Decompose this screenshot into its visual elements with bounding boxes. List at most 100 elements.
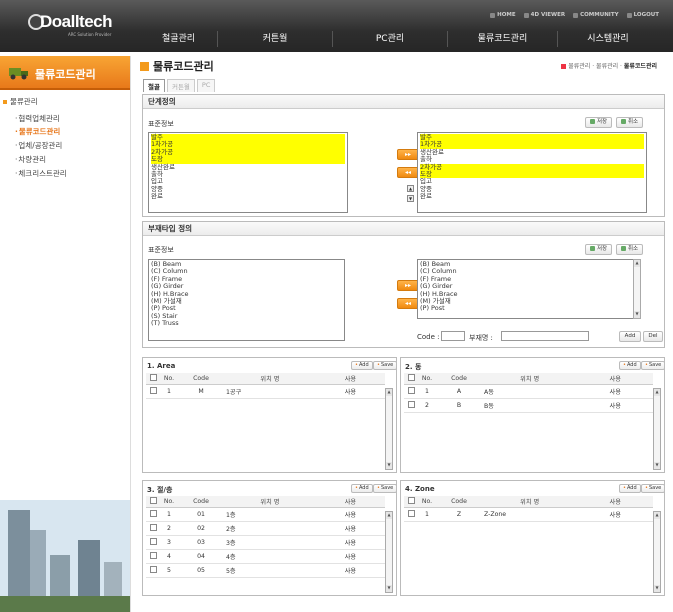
logo[interactable]: Doalltech ARC Solution Provider	[28, 12, 116, 44]
gnb-system[interactable]: 시스템관리	[558, 31, 658, 47]
lnb-item-checklist[interactable]: 체크리스트관리	[15, 168, 66, 179]
lnb-item-vehicle[interactable]: 차량관리	[15, 154, 46, 165]
member-add-button[interactable]: Add	[619, 331, 641, 342]
grid-add-button[interactable]: Add	[351, 484, 373, 493]
list-item[interactable]: 출하	[151, 170, 345, 178]
tab-curtainwall[interactable]: 커튼월	[166, 79, 195, 92]
list-item[interactable]: 생산완료	[420, 148, 644, 156]
row-checkbox[interactable]	[146, 535, 160, 550]
header-checkbox[interactable]	[146, 496, 160, 508]
list-item[interactable]: 도장	[420, 170, 644, 179]
table-row[interactable]: 2 B B동 사용	[404, 398, 653, 413]
gnb-logistics-code[interactable]: 물류코드관리	[448, 31, 558, 47]
list-item[interactable]: 생산완료	[151, 163, 345, 171]
lnb-item-logistics-code[interactable]: 물류코드관리	[15, 126, 60, 137]
list-item[interactable]: 2차가공	[151, 148, 345, 157]
scroll-up-icon[interactable]: ▲	[386, 389, 392, 396]
table-row[interactable]: 4 04 4층 사용	[146, 549, 385, 564]
member-move-right-button[interactable]: ▸▸	[397, 280, 419, 291]
list-item[interactable]: (C) Column	[420, 267, 636, 275]
list-item[interactable]: 도장	[151, 155, 345, 164]
row-checkbox[interactable]	[404, 507, 418, 522]
util-4d-viewer[interactable]: 4D VIEWER	[523, 12, 565, 18]
util-community[interactable]: COMMUNITY	[573, 12, 619, 18]
grid-scrollbar[interactable]: ▲ ▼	[385, 388, 393, 470]
list-item[interactable]: (H) H.Brace	[420, 290, 636, 298]
table-row[interactable]: 3 03 3층 사용	[146, 535, 385, 550]
member-save-button[interactable]: 저장	[585, 244, 612, 255]
code-input[interactable]	[441, 331, 465, 341]
list-item[interactable]: 발주	[151, 133, 345, 142]
stage-standard-list[interactable]: 발주 1차가공 2차가공 도장 생산완료 출하 입고 양중 완료	[148, 132, 348, 213]
member-move-left-button[interactable]: ◂◂	[397, 298, 419, 309]
list-item[interactable]: 입고	[420, 178, 644, 186]
list-item[interactable]: 2차가공	[420, 163, 644, 172]
scroll-down-icon[interactable]: ▼	[654, 462, 660, 469]
row-checkbox[interactable]	[404, 398, 418, 413]
scroll-up-icon[interactable]: ▲	[654, 512, 660, 519]
table-row[interactable]: 1 01 1층 사용	[146, 507, 385, 522]
gnb-curtainwall[interactable]: 커튼월	[218, 31, 333, 47]
header-checkbox[interactable]	[404, 373, 418, 385]
member-del-button[interactable]: Del	[643, 331, 663, 342]
row-checkbox[interactable]	[146, 521, 160, 536]
list-item[interactable]: (S) Stair	[151, 312, 342, 320]
lnb-item-factory[interactable]: 업체/공장관리	[15, 140, 62, 151]
table-row[interactable]: 1 Z Z-Zone 사용	[404, 507, 653, 522]
list-item[interactable]: 발주	[420, 133, 644, 142]
stage-cancel-button[interactable]: 취소	[616, 117, 643, 128]
row-checkbox[interactable]	[404, 384, 418, 399]
scroll-up-icon[interactable]: ▲	[386, 512, 392, 519]
table-row[interactable]: 5 05 5층 사용	[146, 563, 385, 578]
table-row[interactable]: 2 02 2층 사용	[146, 521, 385, 536]
scroll-down-icon[interactable]: ▼	[386, 462, 392, 469]
header-checkbox[interactable]	[146, 373, 160, 385]
scroll-up-icon[interactable]: ▲	[634, 260, 640, 267]
member-standard-list[interactable]: (B) Beam (C) Column (F) Frame (G) Girder (H)…	[148, 259, 345, 341]
list-item[interactable]: (T) Truss	[151, 319, 342, 327]
scroll-up-icon[interactable]: ▲	[654, 389, 660, 396]
grid-save-button[interactable]: Save	[641, 361, 666, 370]
row-checkbox[interactable]	[146, 549, 160, 564]
row-checkbox[interactable]	[146, 563, 160, 578]
header-checkbox[interactable]	[404, 496, 418, 508]
list-item[interactable]: 완료	[420, 192, 644, 200]
grid-scrollbar[interactable]: ▲ ▼	[653, 511, 661, 593]
move-down-button[interactable]: ▼	[407, 195, 414, 202]
stage-selected-list[interactable]: 발주 1차가공 생산완료 출하 2차가공 도장 입고 양중 완료	[417, 132, 647, 213]
member-name-input[interactable]	[501, 331, 589, 341]
list-item[interactable]: 양중	[420, 185, 644, 193]
row-checkbox[interactable]	[146, 384, 160, 399]
list-item[interactable]: (F) Frame	[420, 275, 636, 283]
gnb-steel[interactable]: 철골관리	[140, 31, 218, 47]
util-logout[interactable]: LOGOUT	[626, 12, 659, 18]
grid-add-button[interactable]: Add	[619, 361, 641, 370]
grid-save-button[interactable]: Save	[373, 361, 398, 370]
move-left-button[interactable]: ◂◂	[397, 167, 419, 178]
tab-steel[interactable]: 철골	[143, 79, 165, 92]
grid-scrollbar[interactable]: ▲ ▼	[385, 511, 393, 593]
grid-save-button[interactable]: Save	[373, 484, 398, 493]
gnb-pc[interactable]: PC관리	[333, 31, 448, 47]
tab-pc[interactable]: PC	[196, 79, 216, 92]
util-home[interactable]: HOME	[490, 12, 516, 18]
member-cancel-button[interactable]: 취소	[616, 244, 643, 255]
list-item[interactable]: 완료	[151, 192, 345, 200]
grid-add-button[interactable]: Add	[351, 361, 373, 370]
scroll-down-icon[interactable]: ▼	[654, 585, 660, 592]
scroll-down-icon[interactable]: ▼	[386, 585, 392, 592]
lnb-item-partner[interactable]: 협력업체관리	[15, 113, 59, 124]
row-checkbox[interactable]	[146, 507, 160, 522]
stage-save-button[interactable]: 저장	[585, 117, 612, 128]
list-item[interactable]: 양중	[151, 185, 345, 193]
list-item[interactable]: 입고	[151, 178, 345, 186]
list-item[interactable]: (P) Post	[151, 305, 342, 313]
list-item[interactable]: 1차가공	[420, 140, 644, 149]
table-row[interactable]: 1 A A동 사용	[404, 384, 653, 399]
move-right-button[interactable]: ▸▸	[397, 149, 419, 160]
list-item[interactable]: (M) 가설재	[151, 297, 342, 305]
table-row[interactable]: 1 M 1공구 사용	[146, 384, 385, 399]
lnb-root-logistics[interactable]: 물류관리	[3, 96, 38, 107]
move-up-button[interactable]: ▲	[407, 185, 414, 192]
list-item[interactable]: 출하	[420, 155, 644, 163]
